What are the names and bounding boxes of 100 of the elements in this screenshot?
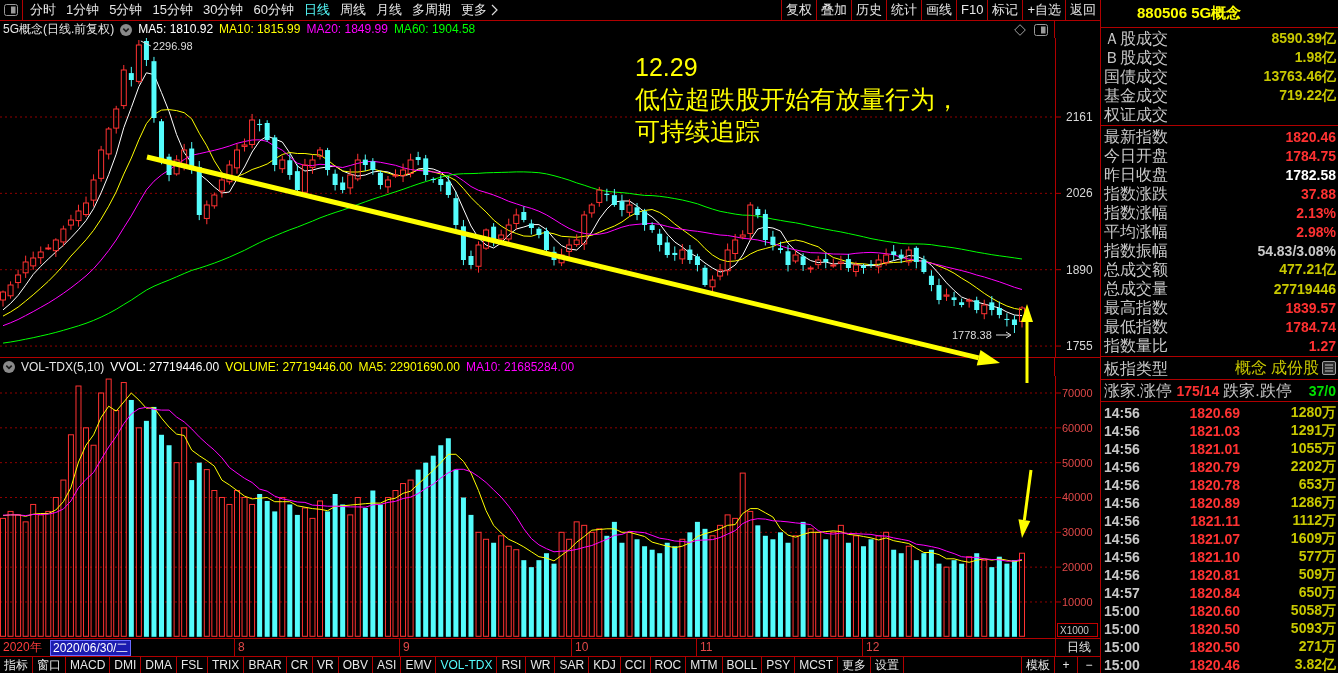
indicator-tab[interactable]: TRIX bbox=[208, 657, 245, 673]
more-button[interactable]: 更多 bbox=[455, 0, 503, 20]
tick-time: 15:00 bbox=[1104, 657, 1141, 673]
period-tab[interactable]: 30分钟 bbox=[197, 0, 249, 20]
tick-volume: 271万 bbox=[1297, 638, 1336, 656]
tick-time: 14:56 bbox=[1104, 477, 1141, 493]
period-tab[interactable]: 1分钟 bbox=[61, 0, 105, 20]
legend-label: MA10: 1815.99 bbox=[219, 21, 301, 38]
legend-label: VVOL: 27719446.00 bbox=[110, 358, 220, 376]
settings-button[interactable]: 设置 bbox=[871, 657, 905, 673]
tick-volume: 1055万 bbox=[1289, 440, 1336, 458]
period-tab[interactable]: 60分钟 bbox=[248, 0, 299, 20]
indicator-tab[interactable]: MTM bbox=[686, 657, 723, 673]
axis-label: 1755 bbox=[1066, 339, 1093, 354]
tick-volume: 1609万 bbox=[1289, 530, 1336, 548]
stat-label: 总成交额 bbox=[1104, 260, 1168, 279]
stat-value: 477.21亿 bbox=[1279, 260, 1336, 279]
template-button[interactable]: 模板 bbox=[1021, 657, 1054, 673]
legend-label: MA10: 21685284.00 bbox=[465, 358, 575, 376]
chevron-icon bbox=[490, 4, 498, 16]
stat-value: 37/0 bbox=[1308, 382, 1336, 399]
axis-label: 30000 bbox=[1062, 526, 1093, 539]
indicator-tab[interactable]: KDJ bbox=[589, 657, 621, 673]
toolbar-button[interactable]: +自选 bbox=[1022, 0, 1065, 20]
tick-volume: 5058万 bbox=[1289, 602, 1336, 620]
annotation-note: 低位超跌股开始有放量行为，可持续追踪 bbox=[635, 84, 961, 147]
panel-toggle-icon[interactable] bbox=[1034, 23, 1048, 36]
indicator-tab[interactable]: OBV bbox=[338, 657, 374, 673]
stat-label: 最高指数 bbox=[1104, 298, 1168, 317]
tick-time: 14:56 bbox=[1104, 423, 1141, 439]
toolbar-button[interactable]: 历史 bbox=[851, 0, 886, 20]
tick-price: 1820.79 bbox=[1188, 459, 1240, 475]
dropdown-icon[interactable] bbox=[3, 361, 15, 373]
stat-value: 1820.46 bbox=[1285, 128, 1336, 145]
period-tab[interactable]: 15分钟 bbox=[147, 0, 198, 20]
tick-volume: 5093万 bbox=[1289, 620, 1336, 638]
indicator-tab[interactable]: MCST bbox=[795, 657, 839, 673]
period-tab[interactable]: 5分钟 bbox=[104, 0, 148, 20]
indicator-tab[interactable]: BOLL bbox=[722, 657, 763, 673]
tick-price: 1820.78 bbox=[1188, 477, 1240, 493]
tick-price: 1820.84 bbox=[1188, 585, 1240, 601]
dropdown-icon[interactable] bbox=[120, 23, 133, 36]
tick-volume: 577万 bbox=[1297, 548, 1336, 566]
indicator-tab[interactable]: FSL bbox=[177, 657, 209, 673]
stat-label: 权证成交 bbox=[1104, 105, 1168, 124]
more-button[interactable]: 更多 bbox=[838, 657, 872, 673]
axis-label: 1890 bbox=[1066, 262, 1093, 277]
indicator-tab[interactable]: DMA bbox=[141, 657, 177, 673]
unit-label: X1000 bbox=[1057, 623, 1098, 637]
tick-price: 1821.10 bbox=[1188, 549, 1240, 565]
toolbar-button[interactable]: 画线 bbox=[921, 0, 956, 20]
year-label: 2020年 bbox=[3, 639, 42, 656]
period-tab[interactable]: 周线 bbox=[334, 0, 371, 20]
toolbar-button[interactable]: F10 bbox=[956, 0, 988, 20]
indicator-tab[interactable]: DMI bbox=[110, 657, 142, 673]
stat-label: 指数量比 bbox=[1104, 336, 1168, 355]
indicator-tab[interactable]: PSY bbox=[762, 657, 796, 673]
indicator-tab[interactable]: SAR bbox=[555, 657, 590, 673]
tick-price: 1820.81 bbox=[1188, 567, 1240, 583]
period-tab[interactable]: 多周期 bbox=[406, 0, 456, 20]
legend-label: MA5: 22901690.00 bbox=[358, 358, 460, 376]
toolbar-button[interactable]: 叠加 bbox=[816, 0, 851, 20]
indicator-tab[interactable]: BRAR bbox=[244, 657, 287, 673]
indicator-tab[interactable]: VOL-TDX bbox=[436, 657, 498, 673]
indicator-tab[interactable]: RSI bbox=[497, 657, 527, 673]
cursor-date-label: 2020/06/30/二 bbox=[50, 640, 132, 656]
toolbar-button[interactable]: 统计 bbox=[886, 0, 921, 20]
toolbar-button[interactable]: 复权 bbox=[781, 0, 816, 20]
panel-toggle-icon[interactable] bbox=[4, 4, 18, 16]
menu-button[interactable]: 窗口 bbox=[33, 657, 66, 673]
indicator-tab[interactable]: EMV bbox=[401, 657, 437, 673]
indicator-tab[interactable]: MACD bbox=[66, 657, 111, 673]
toolbar-button[interactable]: 标记 bbox=[987, 0, 1023, 20]
indicator-tab[interactable]: WR bbox=[526, 657, 556, 673]
grid-icon[interactable] bbox=[1322, 361, 1336, 375]
indicator-tab[interactable]: CCI bbox=[620, 657, 651, 673]
stat-value: 1839.57 bbox=[1285, 299, 1336, 316]
diamond-icon[interactable] bbox=[1014, 23, 1026, 36]
stat-value: 37.88 bbox=[1300, 185, 1336, 202]
indicator-tab[interactable]: CR bbox=[286, 657, 314, 673]
indicator-tab[interactable]: VR bbox=[313, 657, 339, 673]
legend-label: MA20: 1849.99 bbox=[306, 21, 388, 38]
tick-price: 1821.11 bbox=[1189, 513, 1240, 529]
tick-time: 14:56 bbox=[1104, 405, 1141, 421]
stat-label: 板指类型 bbox=[1104, 358, 1168, 378]
period-tab[interactable]: 月线 bbox=[370, 0, 407, 20]
tick-time: 14:56 bbox=[1104, 549, 1141, 565]
period-tab[interactable]: 日线 bbox=[298, 0, 335, 20]
stat-value: 27719446 bbox=[1273, 280, 1336, 297]
leader-arrow bbox=[995, 331, 1012, 339]
tick-time: 15:00 bbox=[1104, 621, 1141, 637]
tick-time: 14:57 bbox=[1104, 585, 1141, 601]
indicator-tab[interactable]: ASI bbox=[373, 657, 402, 673]
period-tab[interactable]: 分时 bbox=[25, 0, 61, 20]
tick-price: 1820.60 bbox=[1188, 603, 1240, 619]
menu-button[interactable]: 指标 bbox=[0, 657, 33, 673]
zoom-in-button[interactable]: + bbox=[1054, 657, 1077, 673]
stat-label: 平均涨幅 bbox=[1104, 222, 1168, 241]
stat-label: 指数涨跌 bbox=[1104, 184, 1168, 203]
indicator-tab[interactable]: ROC bbox=[650, 657, 687, 673]
